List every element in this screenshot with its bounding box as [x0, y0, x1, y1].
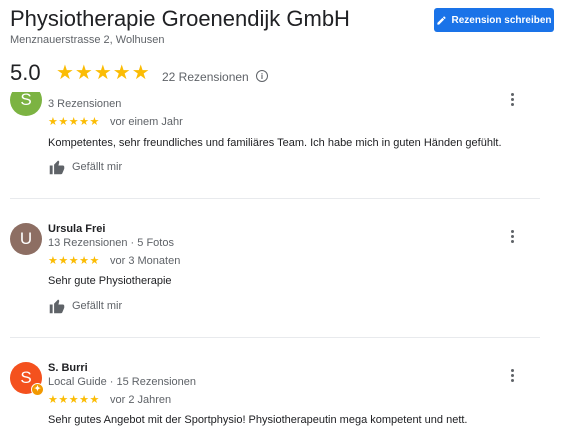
reviewer-meta[interactable]: Local Guide · 15 Rezensionen: [48, 376, 196, 388]
review-stars: ★★★★★: [48, 394, 100, 406]
like-button[interactable]: Gefällt mir: [48, 159, 122, 175]
review-date: vor 3 Monaten: [110, 255, 181, 267]
business-header: Physiotherapie Groenendijk GmbH Menznaue…: [0, 0, 563, 92]
review-text: Sehr gutes Angebot mit der Sportphysio! …: [48, 414, 468, 426]
more-options-icon[interactable]: [506, 90, 518, 108]
divider: [10, 198, 540, 199]
business-name: Physiotherapie Groenendijk GmbH: [10, 6, 350, 31]
pencil-icon: [437, 15, 447, 25]
avatar[interactable]: U: [10, 223, 42, 255]
write-review-button[interactable]: Rezension schreiben: [434, 8, 554, 32]
info-icon[interactable]: i: [256, 70, 268, 82]
review-date: vor 2 Jahren: [110, 394, 172, 406]
reviewer-meta: 3 Rezensionen: [48, 98, 122, 110]
avatar-letter: S: [20, 90, 32, 109]
review-stars: ★★★★★: [48, 255, 100, 267]
like-label: Gefällt mir: [72, 300, 123, 312]
like-label: Gefällt mir: [72, 161, 123, 173]
review-date: vor einem Jahr: [110, 116, 183, 128]
thumbs-up-icon: [49, 299, 65, 314]
review-text: Sehr gute Physiotherapie: [48, 275, 172, 287]
divider: [10, 337, 540, 338]
like-button[interactable]: Gefällt mir: [48, 298, 122, 314]
thumbs-up-icon: [49, 160, 65, 175]
reviewer-meta[interactable]: 13 Rezensionen · 5 Fotos: [48, 237, 174, 249]
review-count[interactable]: 22 Rezensionen: [162, 70, 249, 84]
more-options-icon[interactable]: [506, 227, 518, 245]
rating-stars: ★★★★★: [56, 62, 151, 84]
local-guide-badge-icon: ✦: [31, 383, 44, 396]
avatar-letter: S: [20, 368, 32, 387]
average-rating: 5.0: [10, 60, 41, 85]
review-text: Kompetentes, sehr freundliches und famil…: [48, 137, 502, 149]
review-stars: ★★★★★: [48, 116, 100, 128]
write-review-label: Rezension schreiben: [451, 14, 552, 26]
more-options-icon[interactable]: [506, 366, 518, 384]
business-address: Menznauerstrasse 2, Wolhusen: [10, 34, 165, 46]
avatar[interactable]: S ✦: [10, 362, 44, 396]
reviewer-name[interactable]: S. Burri: [48, 362, 88, 374]
avatar-letter: U: [19, 229, 33, 248]
reviewer-name[interactable]: Ursula Frei: [48, 223, 105, 235]
